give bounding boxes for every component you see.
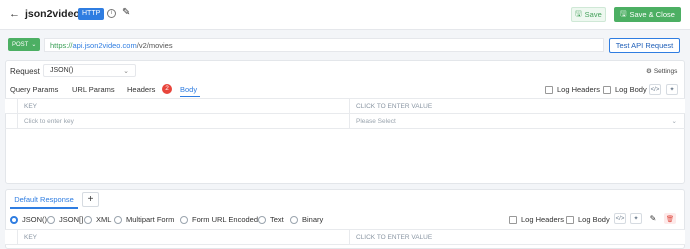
log-headers-checkbox[interactable] — [545, 85, 553, 94]
key-column-header: KEY — [18, 230, 350, 244]
code-icon: </> — [650, 86, 660, 93]
magic-format-button[interactable]: ✦ — [666, 84, 678, 95]
key-input[interactable]: Click to enter key — [18, 114, 350, 128]
format-label: XML — [96, 215, 112, 224]
save-icon: 🖫 — [575, 9, 582, 18]
url-input[interactable]: https://api.json2video.com/v2/movies — [44, 38, 604, 52]
key-column-header: KEY — [18, 99, 350, 113]
method-select[interactable]: POST ⌄ — [8, 38, 40, 51]
log-headers-toggle[interactable]: Log Headers — [545, 85, 600, 94]
log-body-checkbox[interactable] — [603, 85, 611, 94]
radio[interactable] — [114, 215, 122, 224]
format-option-xml[interactable]: XML — [84, 215, 111, 224]
format-label: Binary — [302, 215, 324, 224]
request-type-select[interactable]: JSON() ⌄ — [43, 64, 136, 77]
log-headers-label: Log Headers — [521, 215, 564, 224]
tab-default-response[interactable]: Default Response — [10, 191, 78, 209]
format-label: Text — [270, 215, 284, 224]
save-label: Save — [584, 10, 602, 19]
format-option-binary[interactable]: Binary — [290, 215, 323, 224]
format-label: Form URL Encoded — [192, 215, 258, 224]
log-body-checkbox[interactable] — [566, 215, 574, 224]
radio[interactable] — [47, 215, 55, 224]
save-close-label: Save & Close — [629, 10, 675, 19]
test-api-button[interactable]: Test API Request — [609, 38, 680, 53]
chevron-down-icon: ⌄ — [123, 67, 129, 75]
table-row: Click to enter key Please Select ⌄ — [5, 114, 685, 129]
response-format-group: JSON() JSON[] XML Multipart Form Form UR… — [10, 215, 340, 225]
http-badge: HTTP — [78, 8, 105, 20]
format-option-json-object[interactable]: JSON() — [10, 215, 47, 224]
tab-body[interactable]: Body — [180, 85, 197, 94]
value-column-header: CLICK TO ENTER VALUE — [356, 233, 433, 241]
row-handle-col — [5, 99, 18, 113]
magic-wand-icon: ✦ — [669, 87, 675, 93]
log-headers-checkbox[interactable] — [509, 215, 517, 224]
active-tab-indicator — [180, 96, 200, 97]
url-path: /v2/movies — [136, 40, 173, 50]
tab-headers[interactable]: Headers — [127, 85, 155, 94]
row-handle-col — [5, 230, 18, 244]
radio-selected[interactable] — [10, 215, 18, 224]
format-option-form-url-encoded[interactable]: Form URL Encoded — [180, 215, 258, 224]
body-params-table: KEY CLICK TO ENTER VALUE Click to enter … — [5, 98, 685, 129]
url-domain: api.json2video.com — [72, 40, 137, 50]
radio[interactable] — [290, 215, 298, 224]
chevron-down-icon: ⌄ — [31, 42, 37, 48]
radio[interactable] — [180, 215, 188, 224]
magic-format-button[interactable]: ✦ — [630, 213, 642, 224]
format-label: JSON[] — [59, 215, 84, 224]
info-icon[interactable]: i — [107, 9, 116, 18]
trash-icon: 🗑 — [665, 215, 675, 223]
log-headers-label: Log Headers — [557, 85, 600, 94]
format-option-multipart-form[interactable]: Multipart Form — [114, 215, 174, 224]
code-icon: </> — [615, 215, 625, 222]
row-handle — [5, 114, 18, 128]
method-label: POST — [12, 41, 29, 48]
response-log-headers-toggle[interactable]: Log Headers — [509, 215, 564, 224]
page-title: json2video — [25, 8, 80, 20]
radio[interactable] — [84, 215, 92, 224]
pencil-icon[interactable]: ✎ — [122, 7, 130, 18]
url-scheme: https:// — [50, 40, 73, 50]
tab-url-params[interactable]: URL Params — [72, 85, 115, 94]
delete-response-button[interactable]: 🗑 — [664, 213, 676, 224]
format-label: JSON() — [22, 215, 47, 224]
settings-button[interactable]: ⚙ Settings — [646, 67, 678, 76]
log-body-label: Log Body — [578, 215, 610, 224]
request-label: Request — [10, 67, 40, 76]
save-close-button[interactable]: 🖫 Save & Close — [614, 7, 681, 22]
request-type-value: JSON() — [50, 67, 74, 74]
format-label: Multipart Form — [126, 215, 175, 224]
table-header: KEY CLICK TO ENTER VALUE — [5, 98, 685, 114]
save-button[interactable]: 🖫 Save — [571, 7, 606, 22]
format-option-text[interactable]: Text — [258, 215, 284, 224]
log-body-toggle[interactable]: Log Body — [603, 85, 647, 94]
tab-query-params[interactable]: Query Params — [10, 85, 58, 94]
format-option-json-array[interactable]: JSON[] — [47, 215, 83, 224]
chevron-down-icon: ⌄ — [671, 118, 677, 125]
save-icon: 🖫 — [620, 9, 627, 18]
edit-response-button[interactable]: ✎ — [647, 213, 659, 224]
arrow-left-icon[interactable]: ← — [9, 8, 20, 20]
settings-label: Settings — [653, 67, 678, 75]
table-header: KEY CLICK TO ENTER VALUE — [5, 229, 685, 245]
response-params-table: KEY CLICK TO ENTER VALUE — [5, 229, 685, 245]
code-view-button[interactable]: </> — [649, 84, 661, 95]
value-select-placeholder: Please Select — [356, 117, 396, 125]
gear-icon: ⚙ — [646, 68, 652, 75]
log-body-label: Log Body — [615, 85, 647, 94]
headers-count-badge: 2 — [162, 84, 172, 94]
value-select[interactable]: Please Select ⌄ — [350, 114, 685, 128]
add-response-button[interactable]: + — [82, 192, 99, 207]
code-view-button[interactable]: </> — [614, 213, 626, 224]
magic-wand-icon: ✦ — [633, 216, 639, 222]
pencil-icon: ✎ — [649, 214, 657, 223]
value-column-header: CLICK TO ENTER VALUE — [356, 102, 433, 110]
radio[interactable] — [258, 215, 266, 224]
response-log-body-toggle[interactable]: Log Body — [566, 215, 610, 224]
